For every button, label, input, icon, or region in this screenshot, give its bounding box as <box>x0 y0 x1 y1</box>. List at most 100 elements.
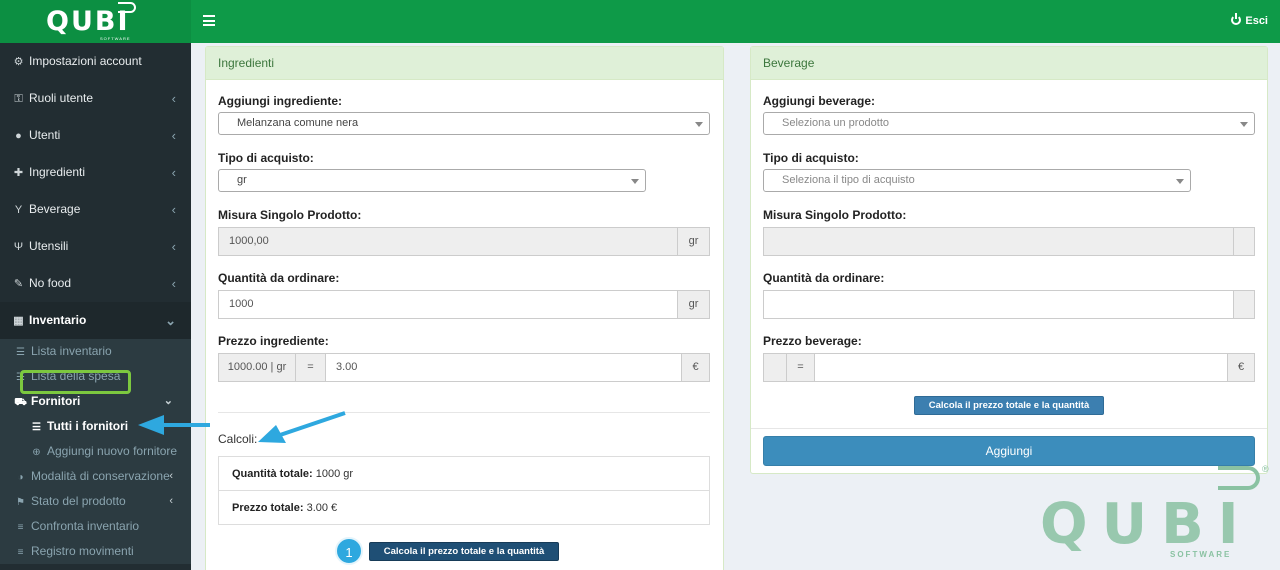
sidebar-item-registro[interactable]: ≡ Registro movimenti <box>0 539 191 564</box>
power-icon <box>1231 13 1242 25</box>
misura-input[interactable]: 1000,00 <box>218 227 678 256</box>
sidebar-item-label: Utenti <box>29 128 61 142</box>
sidebar: ⚙ Impostazioni account ⚿ Ruoli utente ‹ ● U… <box>0 43 191 570</box>
logo-subtitle: SOFTWARE <box>100 36 131 41</box>
sidebar-item-utenti[interactable]: ● Utenti ‹ <box>0 117 191 154</box>
prezzo-input[interactable]: 3.00 <box>325 353 682 382</box>
sidebar-item-inventario[interactable]: ▦ Inventario ⌄ <box>0 302 191 339</box>
equals-addon: = <box>786 353 815 382</box>
gear-icon: ⚙ <box>13 56 24 68</box>
sidebar-item-label: Beverage <box>29 202 81 216</box>
chevron-left-icon: ‹ <box>171 165 176 180</box>
sidebar-item-label: Fornitori <box>31 394 81 408</box>
sidebar-item-label: Confronta inventario <box>31 519 140 533</box>
brand-logo[interactable]: QUBI SOFTWARE <box>0 0 191 43</box>
equals-addon: = <box>295 353 326 382</box>
divider <box>751 428 1267 429</box>
misura-input[interactable] <box>763 227 1234 256</box>
puzzle-icon: ✚ <box>13 167 24 179</box>
chevron-left-icon: ‹ <box>171 202 176 217</box>
tipo-acquisto-label: Tipo di acquisto: <box>763 151 859 165</box>
sidebar-item-ingredienti[interactable]: ✚ Ingredienti ‹ <box>0 154 191 191</box>
prezzo-label: Prezzo ingrediente: <box>218 334 329 348</box>
chevron-left-icon: ‹ <box>169 470 173 482</box>
euro-addon: € <box>681 353 710 382</box>
beverage-select[interactable]: Seleziona un prodotto <box>763 112 1255 135</box>
add-ingredient-label: Aggiungi ingrediente: <box>218 94 342 108</box>
chevron-left-icon: ‹ <box>171 239 176 254</box>
watermark-subtitle: SOFTWARE <box>1170 550 1232 559</box>
sidebar-item-label: Registro movimenti <box>31 544 134 558</box>
quantita-unit-addon <box>1233 290 1255 319</box>
caret-down-icon <box>631 179 639 184</box>
quantita-input[interactable]: 1000 <box>218 290 678 319</box>
sidebar-item-label: Inventario <box>29 313 87 327</box>
add-beverage-label: Aggiungi beverage: <box>763 94 876 108</box>
sidebar-item-label: Utensili <box>29 239 69 253</box>
logout-button[interactable]: Esci <box>1231 13 1268 27</box>
sidebar-item-ruoli[interactable]: ⚿ Ruoli utente ‹ <box>0 80 191 117</box>
tipo-acquisto-label: Tipo di acquisto: <box>218 151 314 165</box>
wrench-icon: ✎ <box>13 278 24 290</box>
calc-ingredient-button[interactable]: Calcola il prezzo totale e la quantità t… <box>369 542 559 570</box>
calc-beverage-button[interactable]: Calcola il prezzo totale e la quantità t… <box>914 396 1104 428</box>
euro-addon: € <box>1227 353 1255 382</box>
prezzo-input[interactable] <box>814 353 1228 382</box>
bars-icon: ≡ <box>17 547 24 558</box>
sidebar-item-confronta[interactable]: ≡ Confronta inventario <box>0 514 191 539</box>
arrow-line-right <box>279 411 346 437</box>
table-icon: ▦ <box>13 315 24 327</box>
panel-title: Beverage <box>751 47 1267 80</box>
row-label: Prezzo totale: <box>232 502 304 514</box>
chevron-left-icon: ‹ <box>169 495 173 507</box>
sidebar-toggle-icon[interactable] <box>203 15 215 26</box>
quantita-label: Quantità da ordinare: <box>218 271 340 285</box>
misura-label: Misura Singolo Prodotto: <box>763 208 907 222</box>
annotation-arrows <box>138 411 346 443</box>
user-icon: ● <box>15 130 22 142</box>
watermark-mark-icon <box>1218 466 1260 490</box>
prezzo-base-addon: 1000.00 | gr <box>218 353 296 382</box>
select-placeholder: Seleziona un prodotto <box>782 117 890 129</box>
chevron-left-icon: ‹ <box>171 91 176 106</box>
chevron-left-icon: ‹ <box>171 128 176 143</box>
unlock-icon: ⚿ <box>14 93 23 105</box>
sidebar-item-nofood[interactable]: ✎ No food ‹ <box>0 265 191 302</box>
row-label: Quantità totale: <box>232 468 313 480</box>
sidebar-item-utensili[interactable]: Ψ Utensili ‹ <box>0 228 191 265</box>
sidebar-item-label: Ingredienti <box>29 165 86 179</box>
sidebar-item-label: No food <box>29 276 72 290</box>
quantita-totale-row: Quantità totale: 1000 gr <box>219 457 709 491</box>
sidebar-item-label: Impostazioni account <box>29 54 142 68</box>
sidebar-item-impostazioni[interactable]: ⚙ Impostazioni account <box>0 43 191 80</box>
prezzo-label: Prezzo beverage: <box>763 334 862 348</box>
misura-unit-addon: gr <box>677 227 710 256</box>
caret-down-icon <box>1240 122 1248 127</box>
chevron-left-icon: ‹ <box>171 276 176 291</box>
sidebar-item-conservazione[interactable]: ◑ Modalità di conservazione ‹ <box>0 464 191 489</box>
sidebar-item-lista-inventario[interactable]: ☰ Lista inventario <box>0 339 191 364</box>
flag-icon: ⚑ <box>16 497 25 508</box>
tipo-acquisto-select[interactable]: gr <box>218 169 646 192</box>
tipo-acquisto-select[interactable]: Seleziona il tipo di acquisto <box>763 169 1191 192</box>
watermark-registered: ® <box>1262 464 1269 474</box>
panel-title: Ingredienti <box>206 47 723 80</box>
calcoli-box: Quantità totale: 1000 gr Prezzo totale: … <box>218 456 710 525</box>
aggiungi-button[interactable]: Aggiungi <box>763 436 1255 466</box>
select-value: Melanzana comune nera <box>237 117 359 129</box>
list-icon: ☰ <box>16 347 25 358</box>
prezzo-base-addon <box>763 353 787 382</box>
sidebar-item-beverage[interactable]: Y Beverage ‹ <box>0 191 191 228</box>
ingredient-select[interactable]: Melanzana comune nera <box>218 112 710 135</box>
logo-text: QUBI <box>46 6 130 37</box>
arrow-head-left <box>138 415 164 435</box>
quantita-input[interactable] <box>763 290 1234 319</box>
sidebar-item-label: Modalità di conservazione <box>31 469 170 483</box>
sidebar-item-label: Stato del prodotto <box>31 494 126 508</box>
sidebar-item-label: Lista inventario <box>31 344 112 358</box>
sidebar-item-stato-prodotto[interactable]: ⚑ Stato del prodotto ‹ <box>0 489 191 514</box>
select-value: gr <box>237 174 247 186</box>
list-icon: ☰ <box>32 422 41 433</box>
row-value: 1000 gr <box>315 468 354 480</box>
caret-down-icon <box>1176 179 1184 184</box>
